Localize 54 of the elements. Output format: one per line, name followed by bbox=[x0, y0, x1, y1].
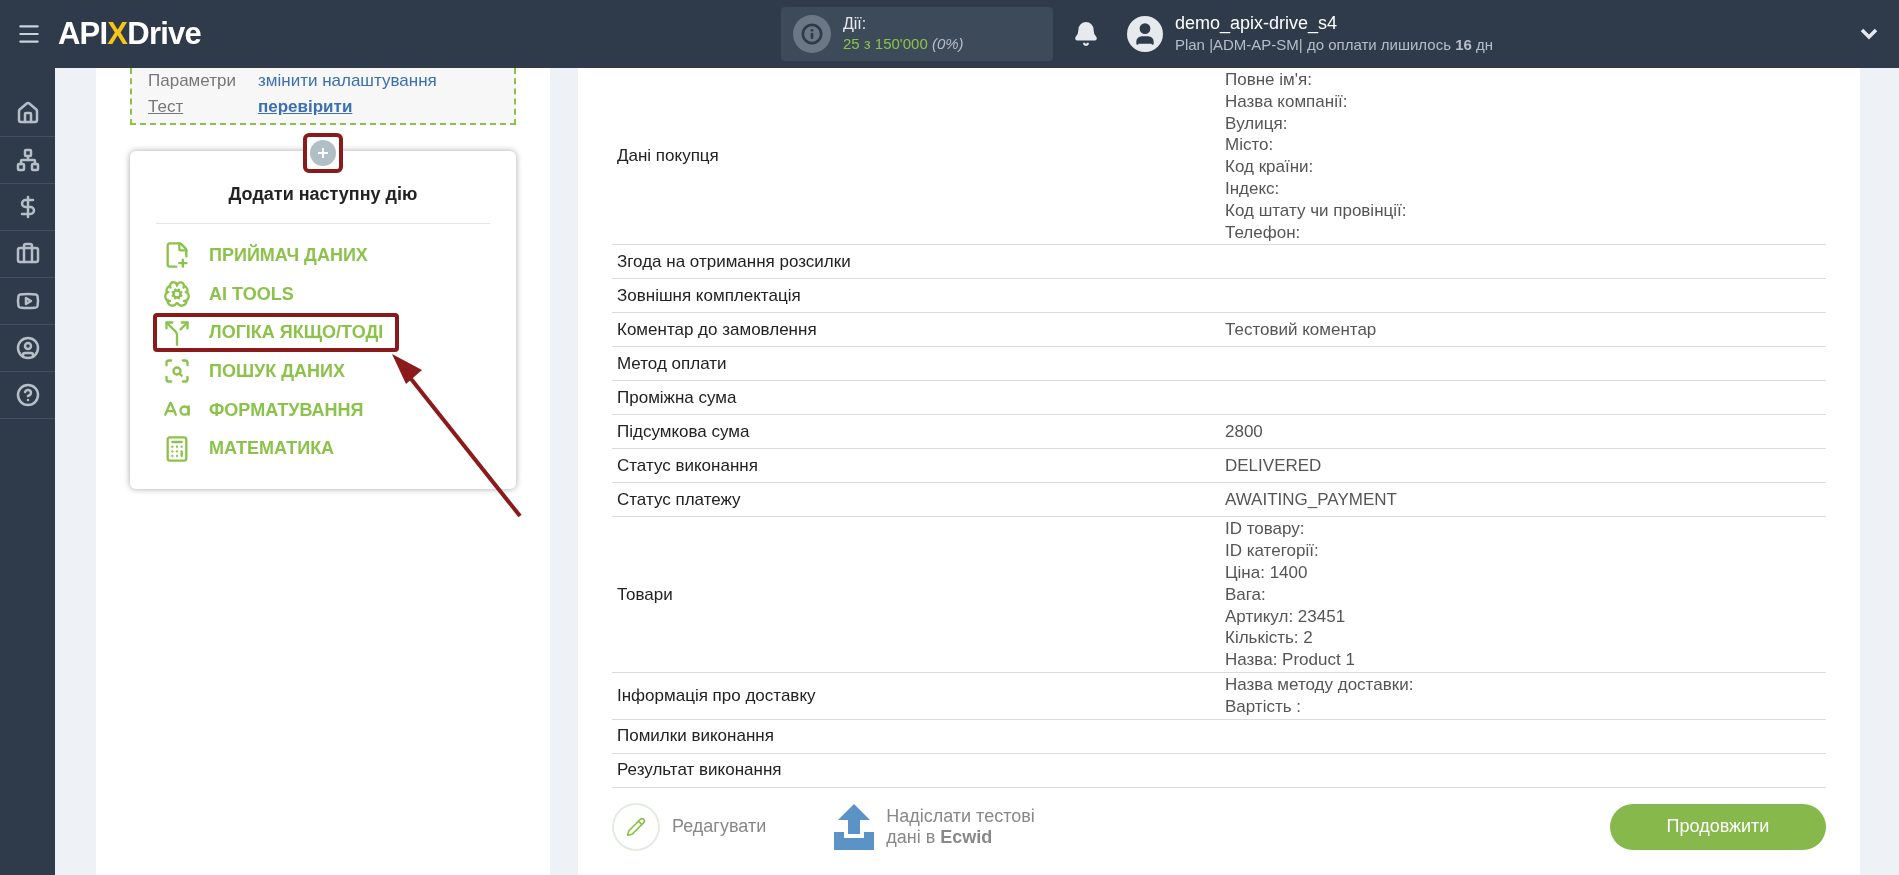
user-icon[interactable] bbox=[15, 336, 40, 360]
settings-label: Тест bbox=[148, 96, 185, 118]
chevron-down-icon[interactable] bbox=[1859, 27, 1879, 41]
settings-link[interactable]: змінити налаштування bbox=[258, 68, 498, 94]
action-option[interactable]: ПОШУК ДАНИХ bbox=[153, 352, 361, 391]
continue-button[interactable]: Продовжити bbox=[1610, 803, 1826, 850]
send-test-button[interactable]: Надіслати тестові дані в Ecwid bbox=[834, 803, 1035, 850]
edit-button[interactable]: Редагувати bbox=[612, 802, 767, 851]
action-option[interactable]: ПРИЙМАЧ ДАНИХ bbox=[153, 236, 384, 275]
field-name: Проміжна сума bbox=[616, 387, 738, 410]
sitemap-icon[interactable] bbox=[15, 148, 40, 172]
field-name: Статус платежу bbox=[616, 489, 742, 512]
field-name: Статус виконання bbox=[616, 455, 759, 478]
field-name: Згода на отримання розсилки bbox=[616, 251, 852, 274]
field-value: 2800 bbox=[1225, 420, 1263, 443]
info-icon bbox=[792, 15, 831, 53]
split-arrow-icon bbox=[163, 318, 191, 347]
field-name: Інформація про доставку bbox=[616, 685, 817, 707]
field-name: Результат виконання bbox=[616, 759, 783, 782]
field-name: Зовнішня комплектація bbox=[616, 285, 802, 308]
actions-count: 25 з 150'000 (0%) bbox=[842, 34, 964, 54]
action-option[interactable]: ЛОГІКА ЯКЩО/ТОДІ bbox=[153, 313, 400, 353]
plus-icon bbox=[310, 140, 336, 166]
field-name: Товари bbox=[616, 583, 674, 606]
field-name: Коментар до замовлення bbox=[616, 319, 818, 342]
field-name: Підсумкова сума bbox=[616, 421, 751, 444]
field-name: Помилки виконання bbox=[616, 725, 775, 748]
action-option[interactable]: МАТЕМАТИКА bbox=[153, 429, 351, 469]
field-name: Метод оплати bbox=[616, 353, 728, 376]
briefcase-icon[interactable] bbox=[15, 242, 40, 266]
field-name: Дані покупця bbox=[616, 145, 720, 168]
avatar-icon[interactable] bbox=[1126, 16, 1163, 52]
field-value: Назва методу доставки: Вартість : bbox=[1225, 673, 1414, 718]
help-icon[interactable] bbox=[15, 383, 40, 407]
settings-label: Параметри bbox=[148, 70, 237, 92]
actions-label: Дії: bbox=[842, 14, 868, 34]
field-value: DELIVERED bbox=[1225, 454, 1322, 477]
action-option[interactable]: AI TOOLS bbox=[153, 274, 310, 314]
user-name[interactable]: demo_apix-drive_s4 bbox=[1174, 13, 1494, 34]
field-value: Повне ім'я: Назва компанії: Вулиця: Місто: Код країни: Індекс: Код штату чи провінції: Телефон: bbox=[1225, 69, 1407, 244]
scan-search-icon bbox=[163, 357, 191, 386]
add-button[interactable] bbox=[303, 133, 343, 173]
plan-info: Plan |ADM-AP-SM| до оплати лишилось 16 дн bbox=[1174, 35, 1494, 55]
action-option[interactable]: ФОРМАТУВАННЯ bbox=[153, 390, 380, 430]
field-value: Тестовий коментар bbox=[1225, 318, 1377, 341]
pencil-icon bbox=[626, 816, 646, 837]
field-value: AWAITING_PAYMENT bbox=[1225, 488, 1397, 511]
home-icon[interactable] bbox=[15, 101, 40, 125]
bell-icon[interactable] bbox=[1072, 21, 1099, 47]
settings-link[interactable]: перевірити bbox=[258, 94, 498, 120]
field-value: ID товару: ID категорії: Ціна: 1400 Вага: Артикул: 23451 Кількість: 2 Назва: Product 1 bbox=[1225, 518, 1355, 671]
logo[interactable]: APIXDrive bbox=[58, 10, 201, 58]
card-title: Додати наступну дію bbox=[228, 183, 418, 206]
upload-icon bbox=[834, 803, 875, 850]
